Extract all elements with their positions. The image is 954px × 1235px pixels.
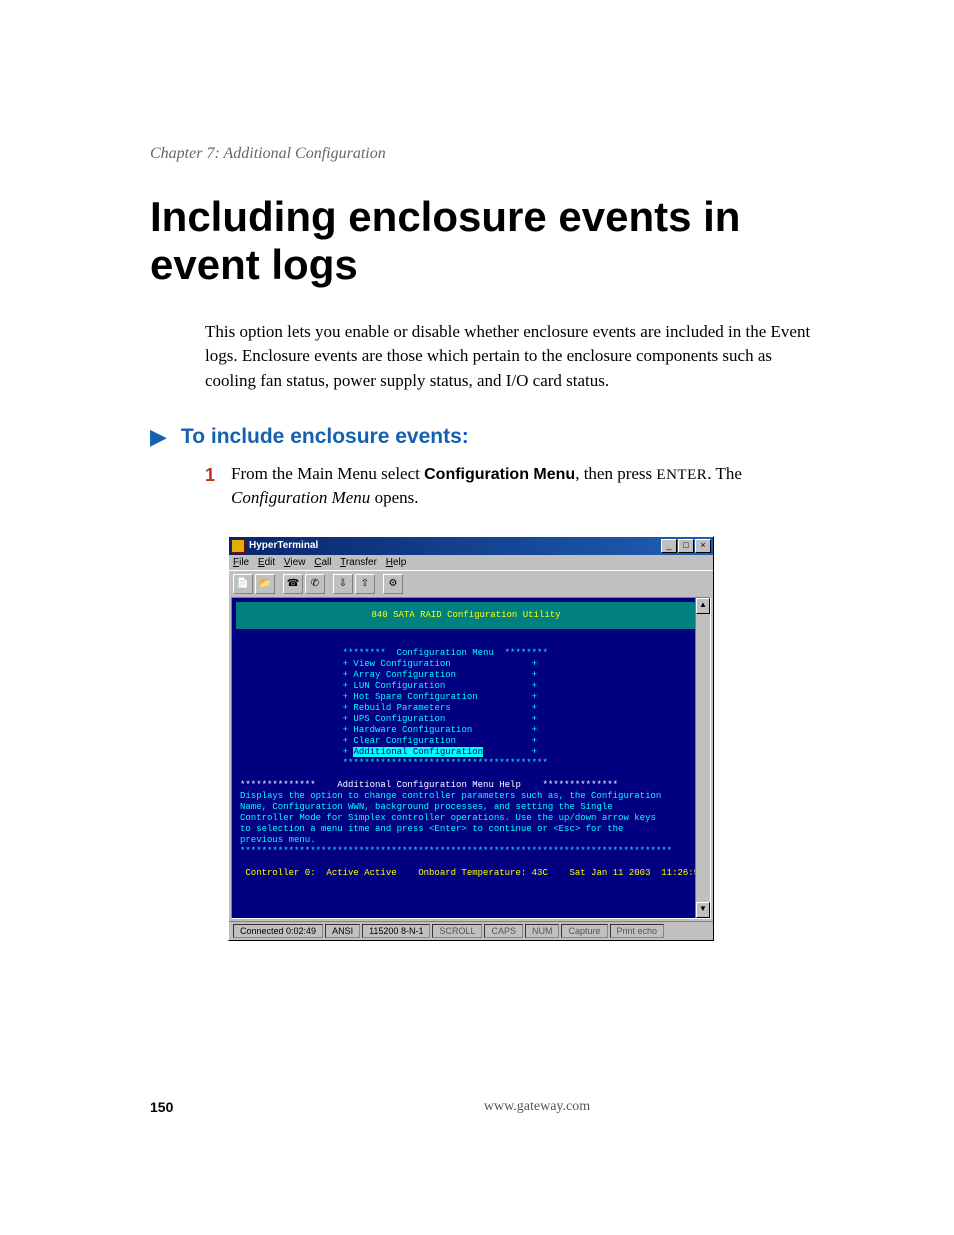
- toolbar-connect-icon[interactable]: ☎: [283, 574, 303, 594]
- hyperterminal-window: HyperTerminal _ □ × File Edit View Call …: [228, 536, 714, 941]
- scroll-up-icon[interactable]: ▲: [696, 598, 710, 614]
- toolbar-send-icon[interactable]: ⇩: [333, 574, 353, 594]
- page-number: 150: [150, 1099, 270, 1115]
- minimize-button[interactable]: _: [661, 539, 677, 553]
- step-text: From the Main Menu select Configuration …: [231, 462, 824, 511]
- status-connected: Connected 0:02:49: [233, 924, 323, 938]
- scrollbar-vertical[interactable]: ▲ ▼: [695, 598, 710, 918]
- menu-call[interactable]: Call: [314, 557, 331, 568]
- toolbar-receive-icon[interactable]: ⇧: [355, 574, 375, 594]
- status-num: NUM: [525, 924, 560, 938]
- menu-help[interactable]: Help: [386, 557, 407, 568]
- selected-menu-item[interactable]: Additional Configuration: [353, 747, 483, 757]
- menu-transfer[interactable]: Transfer: [340, 557, 377, 568]
- maximize-button[interactable]: □: [678, 539, 694, 553]
- step-1: 1 From the Main Menu select Configuratio…: [205, 462, 824, 511]
- status-baud: 115200 8-N-1: [362, 924, 430, 938]
- page-title: Including enclosure events in event logs: [150, 193, 824, 290]
- step-number: 1: [205, 462, 219, 511]
- toolbar-open-icon[interactable]: 📂: [255, 574, 275, 594]
- window-titlebar[interactable]: HyperTerminal _ □ ×: [229, 537, 713, 555]
- chapter-heading: Chapter 7: Additional Configuration: [150, 145, 824, 163]
- status-scroll: SCROLL: [432, 924, 482, 938]
- status-capture: Capture: [561, 924, 607, 938]
- toolbar: 📄 📂 ☎ ✆ ⇩ ⇧ ⚙: [229, 570, 713, 597]
- toolbar-disconnect-icon[interactable]: ✆: [305, 574, 325, 594]
- menu-bar: File Edit View Call Transfer Help: [229, 555, 713, 570]
- status-echo: Print echo: [610, 924, 665, 938]
- window-title: HyperTerminal: [249, 540, 661, 551]
- triangle-icon: ▶: [150, 424, 167, 450]
- menu-view[interactable]: View: [284, 557, 306, 568]
- intro-paragraph: This option lets you enable or disable w…: [205, 320, 824, 394]
- app-icon: [231, 539, 245, 553]
- scroll-down-icon[interactable]: ▼: [696, 902, 710, 918]
- page-footer: 150 www.gateway.com: [0, 1099, 954, 1115]
- status-caps: CAPS: [484, 924, 523, 938]
- terminal-content[interactable]: 840 SATA RAID Configuration Utility ****…: [232, 598, 710, 918]
- procedure-title: To include enclosure events:: [181, 425, 469, 449]
- footer-url: www.gateway.com: [270, 1099, 804, 1115]
- close-button[interactable]: ×: [695, 539, 711, 553]
- menu-file[interactable]: File: [233, 557, 249, 568]
- terminal-banner: 840 SATA RAID Configuration Utility: [236, 602, 696, 629]
- status-bar: Connected 0:02:49 ANSI 115200 8-N-1 SCRO…: [229, 921, 713, 940]
- toolbar-properties-icon[interactable]: ⚙: [383, 574, 403, 594]
- toolbar-new-icon[interactable]: 📄: [233, 574, 253, 594]
- status-emulation: ANSI: [325, 924, 360, 938]
- menu-edit[interactable]: Edit: [258, 557, 275, 568]
- terminal-status-line: Controller 0: Active Active Onboard Temp…: [240, 868, 704, 878]
